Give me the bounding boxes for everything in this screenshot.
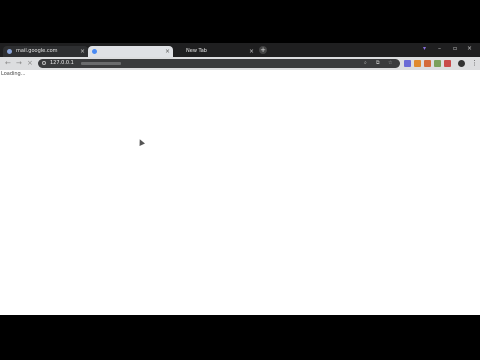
extension-icon[interactable]	[424, 60, 431, 67]
close-tab-icon[interactable]: ×	[165, 46, 170, 57]
search-icon[interactable]: ⌕	[364, 59, 367, 68]
tab-active[interactable]: ×	[88, 46, 173, 57]
close-tab-icon[interactable]: ×	[249, 46, 254, 57]
minimize-icon[interactable]: –	[438, 45, 441, 52]
site-info-icon[interactable]	[42, 61, 46, 65]
gmail-favicon-icon	[7, 49, 12, 54]
browser-toolbar: ← → × 127.0.0.1 ⌕ ⧉ ☆ ⋮	[0, 57, 480, 70]
profile-icon[interactable]: ▾	[423, 45, 426, 52]
three-dot-menu-icon[interactable]: ⋮	[471, 59, 478, 68]
extension-icon[interactable]	[434, 60, 441, 67]
maximize-icon[interactable]: ▫	[453, 45, 457, 52]
extension-icon[interactable]	[444, 60, 451, 67]
loading-text: Loading...	[1, 71, 26, 77]
reload-icon[interactable]: ×	[27, 59, 33, 68]
tab-gmail[interactable]: mail.google.com ×	[3, 46, 88, 57]
url-path-blurred	[81, 62, 121, 65]
plus-icon: +	[260, 46, 266, 54]
new-tab-button[interactable]: +	[259, 46, 267, 54]
share-icon[interactable]: ⧉	[376, 59, 380, 68]
mouse-cursor-icon	[137, 138, 145, 146]
bookmark-star-icon[interactable]: ☆	[388, 59, 392, 68]
back-arrow-icon[interactable]: ←	[5, 59, 11, 68]
tab-new-tab[interactable]: New Tab ×	[173, 46, 257, 57]
url-text: 127.0.0.1	[50, 60, 74, 66]
loading-favicon-icon	[92, 49, 97, 54]
tab-title: mail.google.com	[16, 48, 58, 54]
avatar[interactable]	[458, 60, 465, 67]
tab-title: New Tab	[186, 48, 207, 54]
tab-strip: mail.google.com × × New Tab × + ▾ – ▫ ×	[0, 43, 480, 57]
screen: mail.google.com × × New Tab × + ▾ – ▫ × …	[0, 43, 480, 315]
close-tab-icon[interactable]: ×	[80, 46, 85, 57]
extension-icon[interactable]	[414, 60, 421, 67]
address-bar[interactable]: 127.0.0.1 ⌕ ⧉ ☆	[38, 59, 400, 68]
forward-arrow-icon[interactable]: →	[16, 59, 22, 68]
window-close-icon[interactable]: ×	[467, 45, 472, 52]
extension-icon[interactable]	[404, 60, 411, 67]
